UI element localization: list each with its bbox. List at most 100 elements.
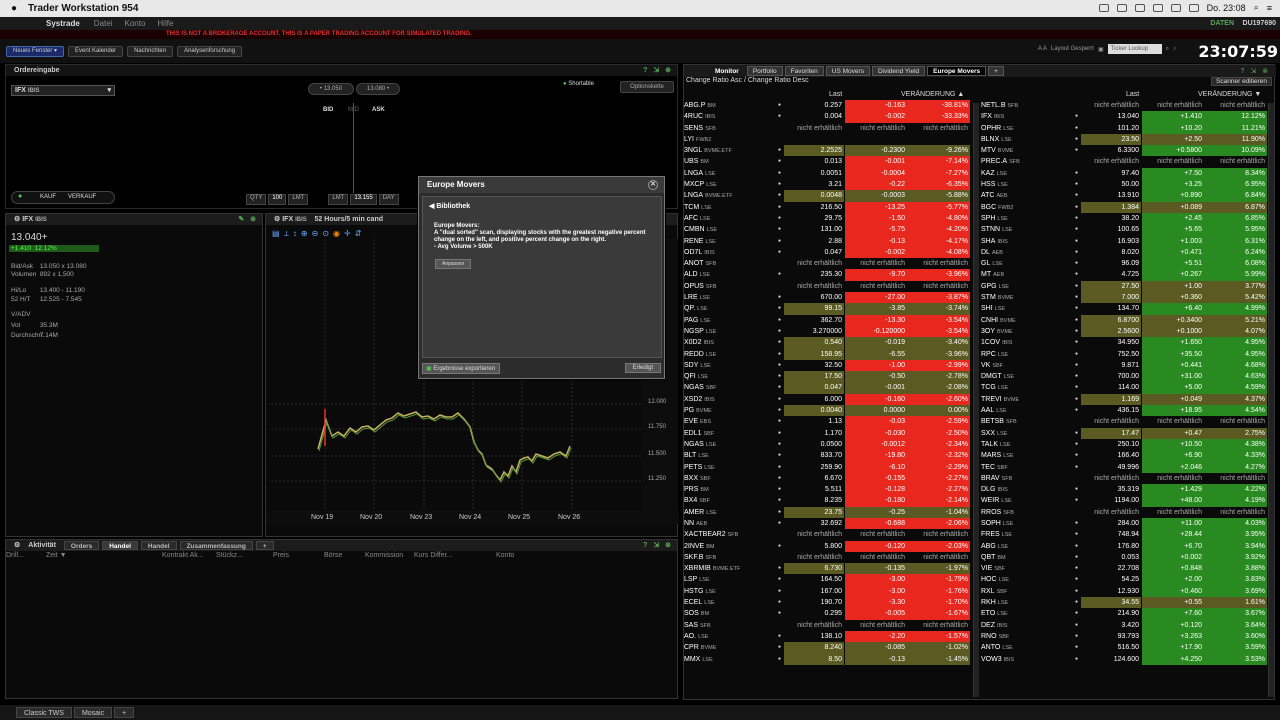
close-icon[interactable]: ✕ [648,180,658,190]
col-kurs-differenz[interactable]: Kurs Differ... [414,552,452,559]
panel-controls-icon[interactable]: ✎ ⊗ [238,214,258,225]
scanner-row[interactable]: ABG.P BM ● 0.257 -0.163 -38.81% [684,100,970,112]
add-tab-button[interactable]: + [988,66,1004,76]
scanner-row[interactable]: XBRMIB BVME.ETF ● 6.730 -0.135 -1.97% [684,563,970,575]
scanner-row[interactable]: AAL LSE ● 436.15 +18.95 4.54% [981,405,1267,417]
scanner-row[interactable]: LYI FWB2 [684,134,970,145]
scanner-row[interactable]: PETS LSE ● 259.90 -6.10 -2.29% [684,461,970,473]
scanner-row[interactable]: MMX LSE ● 8.50 -0.13 -1.45% [684,653,970,666]
layout-lock-label[interactable]: Layout Gesperrt [1051,46,1094,52]
col-kontrakt[interactable]: Kontrakt Ak... [162,552,204,559]
scanner-row[interactable]: TREVI BVME ● 1.169 +0.049 4.37% [981,393,1267,406]
scanner-row[interactable]: ANTO LSE ● 516.50 +17.90 3.59% [981,642,1267,654]
scanner-row[interactable]: UBS BM ● 0.013 -0.001 -7.14% [684,156,970,168]
scanner-row[interactable]: BLNX LSE ● 23.50 +2.50 11.90% [981,133,1267,146]
col-kommission[interactable]: Kommission [365,552,403,559]
scanner-row[interactable]: CNHI BVME ● 6.8700 +0.3400 5.21% [981,314,1267,326]
tab-orders[interactable]: Orders [63,541,100,550]
scanner-row[interactable]: BGC FWB2 ● 1.384 +0.089 6.87% [981,201,1267,213]
add-layout-button[interactable]: + [114,707,135,718]
col-last[interactable]: Last [1126,91,1139,98]
event-kalender-button[interactable]: Event Kalender [68,45,124,57]
lock-icon[interactable]: ▣ [1098,46,1104,53]
scanner-row[interactable]: SHI LSE ● 134.70 +6.40 4.99% [981,303,1267,315]
scanner-row[interactable]: 4RUC IBIS ● 0.004 -0.002 -33.33% [684,111,970,123]
scanner-row[interactable]: CMBN LSE ● 131.00 -5.75 -4.20% [684,224,970,236]
add-tab-button[interactable]: + [255,541,274,550]
scanner-row[interactable]: OPHR LSE ● 101.20 +10.20 11.21% [981,122,1267,134]
symbol-cell[interactable]: MMX LSE [684,654,774,666]
scanner-row[interactable]: MTV BVME ● 6.3300 +0.5800 10.09% [981,145,1267,157]
scanner-row[interactable]: XSD2 IBIS ● 6.000 -0.160 -2.60% [684,393,970,406]
tab-europe-movers[interactable]: Europe Movers [927,66,987,76]
scanner-row[interactable]: OD7L IBIS ● 0.047 -0.002 -4.08% [684,246,970,259]
scanner-row[interactable]: SDY LSE ● 32.50 -1.00 -2.99% [684,359,970,372]
tab-monitor[interactable]: Monitor [688,66,745,76]
scanner-row[interactable]: LSP LSE ● 164.50 -3.00 -1.79% [684,574,970,586]
scanner-row[interactable]: SAS SFB nicht erhältlich nicht erhältlich ni… [684,620,970,631]
scanner-row[interactable]: SKF.B SFB nicht erhältlich nicht erhältlich… [684,552,970,563]
tif-select[interactable]: DAY [378,194,399,205]
col-preis[interactable]: Preis [273,552,289,559]
apple-icon[interactable]: ● [0,3,28,14]
export-results-button[interactable]: ▣ Ergebnisse exportieren [422,363,501,374]
settings-icon[interactable]: ⚙ [14,216,20,223]
col-stueckzahl[interactable]: Stückz... [216,552,243,559]
font-size-button[interactable]: A A [1038,46,1047,52]
scanner-row[interactable]: BX4 SBF ● 8.235 -0.180 -2.14% [684,495,970,507]
scanner-row[interactable]: IFX IBIS ● 13.040 +1.410 12.12% [981,111,1267,123]
optionskette-button[interactable]: Optionskette [620,81,674,93]
symbol-cell[interactable]: VOW3 IBIS [981,654,1071,666]
scanner-row[interactable]: ATC AEB ● 13.910 +0.890 6.84% [981,190,1267,202]
scanner-row[interactable]: DEZ IBIS ● 3.420 +0.120 3.64% [981,619,1267,631]
col-drill[interactable]: Drill... [6,552,24,559]
scanner-row[interactable]: QP. LSE ● 99.15 -3.85 -3.74% [684,303,970,315]
scanner-row[interactable]: LNGA BVME.ETF ● 0.0048 -0.0003 -5.88% [684,190,970,202]
scanner-row[interactable]: STM BVME ● 7.000 +0.360 5.42% [981,292,1267,304]
scanner-row[interactable]: KAZ LSE ● 97.40 +7.50 8.34% [981,167,1267,180]
scanner-row[interactable]: MT AEB ● 4.725 +0.267 5.99% [981,269,1267,281]
scanner-row[interactable]: XACTBEAR2 SFB nicht erhältlich nicht erhält… [684,529,970,540]
apply-button[interactable]: Anpassen [435,259,472,269]
tab-portfolio[interactable]: Portfolio [746,66,783,76]
scanner-row[interactable]: STNN LSE ● 100.65 +5.65 5.95% [981,224,1267,236]
scanner-row[interactable]: RENE LSE ● 2.88 -0.13 -4.17% [684,235,970,247]
verkauf-button[interactable]: VERKAUF [68,194,96,200]
tab-zusammenfassung[interactable]: Zusammenfassung [179,541,253,550]
scanner-row[interactable]: LNGA LSE ● 0.0051 -0.0004 -7.27% [684,167,970,180]
bell-icon[interactable]: ♪ [1173,46,1176,52]
scanner-row[interactable]: TALK LSE ● 250.10 +10.50 4.38% [981,438,1267,451]
analysenforschung-button[interactable]: Analysenforschung [177,45,243,57]
col-boerse[interactable]: Börse [324,552,342,559]
scanner-row[interactable]: DLG IBIS ● 35.319 +1.429 4.22% [981,484,1267,496]
scanner-row[interactable]: MARS LSE ● 166.40 +6.90 4.33% [981,450,1267,462]
ticker-lookup-input[interactable]: Ticker Lookup [1107,44,1162,54]
scanner-row[interactable]: HSS LSE ● 50.00 +3.25 6.95% [981,179,1267,191]
back-link[interactable]: ◀ Bibliothek [429,202,470,210]
tray-icon[interactable] [1116,3,1127,12]
scanner-row[interactable]: AMER LSE ● 23.75 -0.25 -1.04% [684,506,970,518]
scanner-row[interactable]: RROS SFB nicht erhältlich nicht erhältlich n… [981,507,1267,518]
col-change[interactable]: VERÄNDERUNG ▼ [1198,91,1261,98]
scanner-row[interactable]: RXL SBF ● 12.930 +0.460 3.69% [981,585,1267,598]
panel-controls-icon[interactable]: ? ⇲ ⊗ [1240,67,1270,75]
scanner-row[interactable]: PREC.A SFB nicht erhältlich nicht erhältlic… [981,156,1267,167]
scanner-row[interactable]: HOC LSE ● 54.25 +2.00 3.83% [981,574,1267,586]
scanner-row[interactable]: SOS BM ● 0.295 -0.005 -1.67% [684,608,970,620]
scanner-row[interactable]: X0D2 IBIS ● 0.540 -0.019 -3.40% [684,337,970,349]
scanner-row[interactable]: SXX LSE ● 17.47 +0.47 2.75% [981,427,1267,439]
scanner-row[interactable]: EVE EBS ● 1.13 -0.03 -2.59% [684,416,970,428]
nachrichten-button[interactable]: Nachrichten [127,45,174,57]
search-icon[interactable]: ⌕ [1254,2,1259,13]
scanner-row[interactable]: HSTG LSE ● 167.00 -3.00 -1.76% [684,585,970,598]
scanner-row[interactable]: NGAS LSE ● 0.0500 -0.0012 -2.34% [684,438,970,451]
tab-mosaic[interactable]: Mosaic [73,707,113,718]
scanner-row[interactable]: NGAS SBF ● 0.047 -0.001 -2.08% [684,382,970,394]
scanner-row[interactable]: GPG LSE ● 27.50 +1.00 3.77% [981,280,1267,293]
scanner-row[interactable]: BETSB SFB nicht erhältlich nicht erhältlich… [981,416,1267,427]
scanner-row[interactable]: ETO LSE ● 214.90 +7.60 3.67% [981,608,1267,620]
limit-price-field[interactable]: 13.155 [350,194,377,205]
scanner-row[interactable]: 1COV IBIS ● 34.950 +1.650 4.95% [981,337,1267,349]
scanner-row[interactable]: 3NGL BVME.ETF ● 2.2525 -0.2300 -9.26% [684,145,970,157]
scanner-row[interactable]: OPUS SFB nicht erhältlich nicht erhältlich n… [684,281,970,292]
